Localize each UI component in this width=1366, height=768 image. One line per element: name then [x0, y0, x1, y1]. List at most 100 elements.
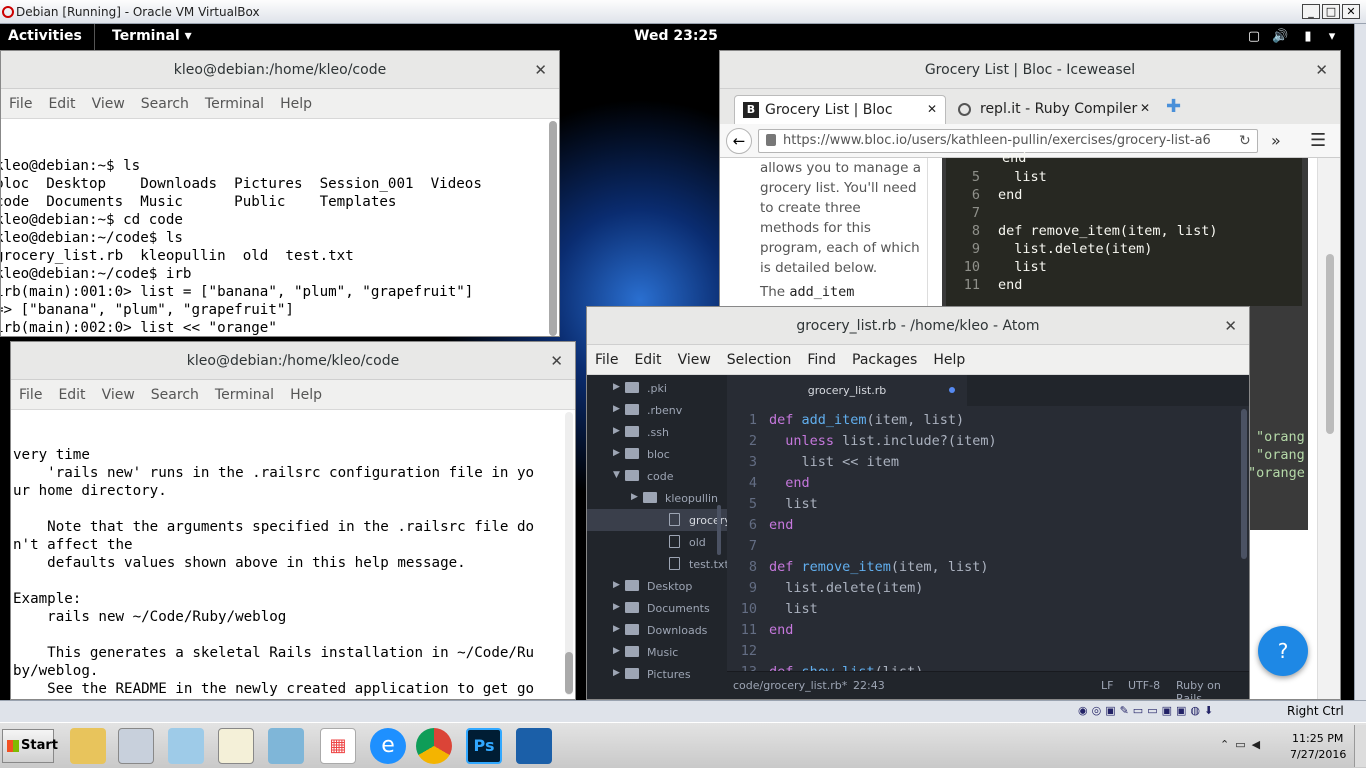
gnome-top-bar: Activities Terminal ▾ Wed 23:25 ▢ 🔊 ▮ ▾: [0, 24, 1354, 50]
explorer-icon[interactable]: [70, 728, 106, 764]
chevron-down-icon[interactable]: ▾: [1324, 29, 1340, 45]
tree-folder[interactable]: ▼ code: [587, 465, 727, 487]
scrollbar-thumb[interactable]: [1326, 254, 1334, 434]
close-button[interactable]: ✕: [1342, 4, 1360, 19]
close-tab-icon[interactable]: ✕: [1140, 101, 1150, 115]
tree-file[interactable]: old: [587, 531, 727, 553]
tree-folder[interactable]: ▶ Desktop: [587, 575, 727, 597]
tree-scrollbar[interactable]: [717, 505, 721, 555]
status-cursor-position[interactable]: 22:43: [853, 679, 885, 692]
status-grammar[interactable]: Ruby on Rails: [1176, 679, 1249, 699]
close-icon[interactable]: ✕: [534, 51, 547, 89]
menu-view[interactable]: View: [84, 89, 133, 112]
menu-file[interactable]: File: [587, 345, 626, 368]
tree-folder[interactable]: ▶ Documents: [587, 597, 727, 619]
minimize-button[interactable]: _: [1302, 4, 1320, 19]
repl-code-line: 7: [971, 205, 980, 221]
notepad-icon[interactable]: [218, 728, 254, 764]
internet-explorer-icon[interactable]: e: [370, 728, 406, 764]
menu-file[interactable]: File: [11, 380, 50, 403]
tree-folder[interactable]: ▶ Downloads: [587, 619, 727, 641]
show-desktop-button[interactable]: [1354, 725, 1366, 767]
close-icon[interactable]: ✕: [1224, 307, 1237, 345]
reload-icon[interactable]: ↻: [1239, 133, 1251, 149]
activities-button[interactable]: Activities: [8, 28, 82, 44]
tree-file[interactable]: test.txt: [587, 553, 729, 575]
menu-search[interactable]: Search: [143, 380, 207, 403]
status-encoding[interactable]: UTF-8: [1128, 679, 1160, 692]
tree-folder[interactable]: ▶ Pictures: [587, 663, 727, 685]
tab-grocery-list-rb[interactable]: grocery_list.rb: [727, 375, 967, 406]
paint-icon[interactable]: [168, 728, 204, 764]
menu-edit[interactable]: Edit: [626, 345, 669, 368]
app-menu-terminal[interactable]: Terminal ▾: [112, 28, 192, 44]
menu-help[interactable]: Help: [272, 89, 320, 112]
tree-folder[interactable]: ▶ .pki: [587, 377, 727, 399]
menu-terminal[interactable]: Terminal: [207, 380, 282, 403]
close-icon[interactable]: ✕: [1315, 51, 1328, 89]
editor-pane: grocery_list.rb 1 def add_item(item, list…: [727, 375, 1249, 671]
virtualbox-app-icon[interactable]: [516, 728, 552, 764]
file-icon: [669, 535, 680, 548]
menu-find[interactable]: Find: [799, 345, 844, 368]
menu-view[interactable]: View: [670, 345, 719, 368]
terminal-1-output[interactable]: kleo@debian:~$ ls bloc Desktop Downloads …: [1, 119, 545, 336]
chevron-down-icon: ▼: [613, 470, 620, 480]
apps-grid-icon[interactable]: ▦: [320, 728, 356, 764]
clock[interactable]: Wed 23:25: [634, 28, 718, 44]
menu-edit[interactable]: Edit: [40, 89, 83, 112]
tree-file[interactable]: grocery_lis: [587, 509, 748, 531]
maximize-button[interactable]: □: [1322, 4, 1340, 19]
device-icons[interactable]: ◉◎▣✎▭▭▣▣◍⬇: [1078, 704, 1217, 717]
tray-icons[interactable]: ⌃▭◀: [1220, 738, 1266, 751]
terminal-2-scrollbar[interactable]: [565, 412, 573, 695]
menu-icon[interactable]: ☰: [1310, 130, 1326, 151]
photoshop-icon[interactable]: Ps: [466, 728, 502, 764]
status-file-path[interactable]: code/grocery_list.rb*: [733, 679, 847, 692]
menu-packages[interactable]: Packages: [844, 345, 925, 368]
menu-search[interactable]: Search: [133, 89, 197, 112]
tree-folder[interactable]: ▶ .rbenv: [587, 399, 727, 421]
editor-scrollbar[interactable]: [1241, 409, 1247, 559]
calculator-icon[interactable]: [118, 728, 154, 764]
tray-date[interactable]: 7/27/2016: [1290, 748, 1346, 761]
close-icon[interactable]: ✕: [550, 342, 563, 380]
terminal-1-scrollbar[interactable]: [549, 121, 557, 336]
start-button[interactable]: Start: [2, 729, 58, 763]
back-button[interactable]: ←: [726, 128, 752, 154]
close-tab-icon[interactable]: ✕: [927, 102, 937, 116]
menu-selection[interactable]: Selection: [719, 345, 800, 368]
menu-help[interactable]: Help: [925, 345, 973, 368]
help-chat-button[interactable]: ?: [1258, 626, 1308, 676]
page-scrollbar[interactable]: [1317, 158, 1340, 699]
tray-time[interactable]: 11:25 PM: [1292, 732, 1343, 745]
chevron-right-icon: ▶: [613, 404, 620, 414]
tree-folder[interactable]: ▶ bloc: [587, 443, 727, 465]
overflow-chevron-icon[interactable]: »: [1271, 131, 1281, 150]
folder-icon: [625, 470, 639, 481]
menu-edit[interactable]: Edit: [50, 380, 93, 403]
code-editor[interactable]: 1 def add_item(item, list) 2 unless list.i…: [727, 406, 1235, 671]
replit-favicon-icon: [958, 103, 971, 116]
new-tab-icon[interactable]: ✚: [1166, 96, 1181, 117]
folder-icon: [625, 404, 639, 415]
tab-replit[interactable]: repl.it - Ruby Compiler ✕: [950, 95, 1156, 124]
snipping-icon[interactable]: [268, 728, 304, 764]
menu-view[interactable]: View: [94, 380, 143, 403]
menu-terminal[interactable]: Terminal: [197, 89, 272, 112]
tree-folder[interactable]: ▶ kleopullin: [587, 487, 727, 509]
volume-icon[interactable]: 🔊: [1272, 29, 1288, 45]
tab-grocery-list[interactable]: B Grocery List | Bloc ✕: [734, 95, 946, 124]
terminal-2-output[interactable]: very time 'rails new' runs in the .rails…: [11, 410, 561, 699]
menu-file[interactable]: File: [1, 89, 40, 112]
status-line-ending[interactable]: LF: [1101, 679, 1113, 692]
tree-folder[interactable]: ▶ Music: [587, 641, 727, 663]
repl-code-line: 11 end: [963, 277, 1023, 293]
window-icon[interactable]: ▢: [1246, 29, 1262, 45]
tree-folder[interactable]: ▶ .ssh: [587, 421, 727, 443]
menu-help[interactable]: Help: [282, 380, 330, 403]
chrome-icon[interactable]: [416, 728, 452, 764]
repl-editor[interactable]: end 5 list 6 end 7 8 def remove_item(item, li…: [946, 150, 1302, 306]
battery-icon[interactable]: ▮: [1300, 29, 1316, 45]
